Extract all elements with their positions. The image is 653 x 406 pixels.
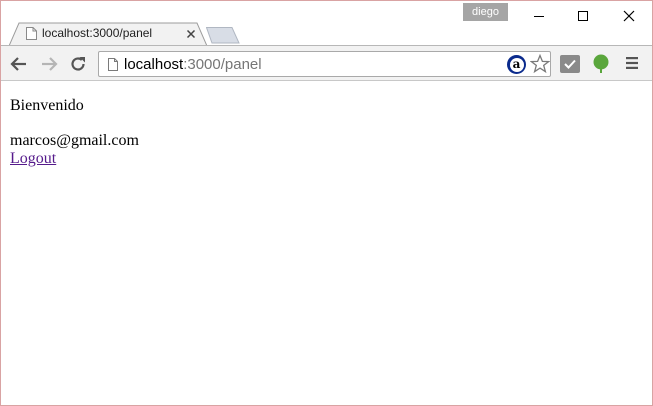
extension-check-icon[interactable] — [560, 55, 580, 73]
url-path: :3000/panel — [183, 56, 262, 73]
url-host: localhost — [124, 56, 184, 73]
toolbar: localhost:3000/panel a — [1, 45, 652, 81]
tab-active[interactable]: localhost:3000/panel — [9, 22, 207, 46]
browser-window: diego localhost:3000/panel localhost:300… — [0, 0, 653, 406]
maximize-icon — [578, 11, 588, 21]
menu-icon[interactable] — [625, 56, 639, 70]
page-icon — [26, 27, 37, 40]
bookmark-star-icon[interactable] — [530, 54, 550, 74]
evernote-extension-icon[interactable] — [592, 54, 610, 74]
profile-badge[interactable]: diego — [463, 3, 508, 21]
tab-title: localhost:3000/panel — [42, 26, 153, 40]
minimize-button[interactable] — [517, 3, 561, 29]
back-button[interactable] — [8, 53, 30, 75]
page-content: Bienvenido marcos@gmail.com Logout — [1, 82, 652, 405]
url-text[interactable]: localhost:3000/panel — [124, 56, 262, 73]
reload-button[interactable] — [67, 53, 89, 75]
close-window-button[interactable] — [607, 3, 651, 29]
back-arrow-icon — [10, 57, 26, 71]
close-icon — [623, 10, 635, 22]
amazon-assistant-icon[interactable]: a — [507, 55, 526, 74]
forward-button[interactable] — [38, 53, 60, 75]
welcome-text: Bienvenido — [10, 97, 84, 114]
reload-icon — [71, 57, 85, 71]
title-bar: diego localhost:3000/panel — [1, 1, 652, 46]
minimize-icon — [534, 16, 544, 17]
checkmark-icon — [564, 59, 576, 69]
page-info-icon[interactable] — [108, 58, 118, 71]
address-bar[interactable]: localhost:3000/panel a — [98, 51, 551, 77]
logout-link[interactable]: Logout — [10, 150, 56, 168]
user-email: marcos@gmail.com — [10, 132, 139, 149]
tab-close-icon[interactable] — [184, 27, 198, 41]
maximize-button[interactable] — [561, 3, 605, 29]
new-tab-button[interactable] — [206, 27, 240, 44]
forward-arrow-icon — [42, 57, 58, 71]
